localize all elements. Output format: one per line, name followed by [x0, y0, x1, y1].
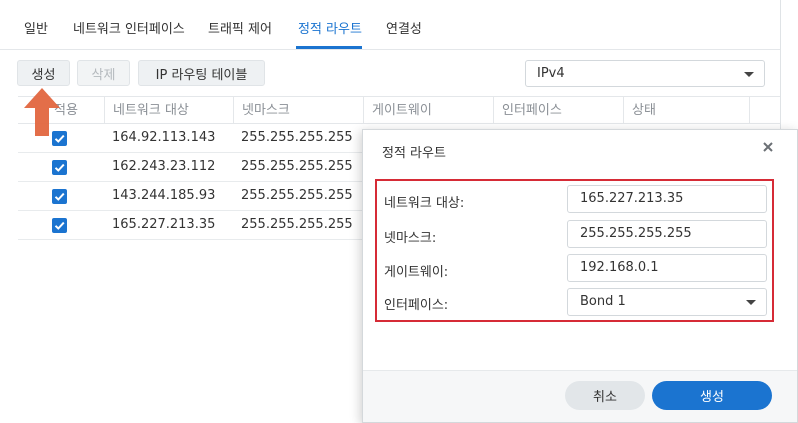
create-button[interactable]: 생성: [17, 60, 70, 86]
check-icon: [54, 221, 65, 230]
close-icon[interactable]: [761, 140, 775, 154]
cancel-button[interactable]: 취소: [565, 381, 645, 410]
gateway-label: 게이트웨이:: [384, 265, 449, 280]
delete-button[interactable]: 삭제: [77, 60, 130, 86]
chevron-down-icon: [746, 300, 756, 305]
tab-static-route[interactable]: 정적 라우트: [298, 18, 362, 37]
tab-traffic-control[interactable]: 트래픽 제어: [208, 18, 272, 37]
ip-version-value: IPv4: [537, 66, 565, 81]
column-header-status[interactable]: 상태: [623, 97, 749, 124]
column-header-netmask[interactable]: 넷마스크: [233, 97, 363, 124]
create-confirm-button[interactable]: 생성: [652, 381, 772, 410]
netmask-cell: 255.255.255.255: [241, 188, 353, 203]
column-header-destination[interactable]: 네트워크 대상: [104, 97, 233, 124]
tab-bar: 일반 네트워크 인터페이스 트래픽 제어 정적 라우트 연결성: [0, 0, 780, 50]
toolbar: 생성 삭제 IP 라우팅 테이블 IPv4: [0, 60, 780, 90]
up-arrow-annotation-icon: [24, 88, 60, 136]
interface-select[interactable]: Bond 1: [567, 288, 767, 316]
column-header-interface[interactable]: 인터페이스: [493, 97, 623, 124]
tab-network-interface[interactable]: 네트워크 인터페이스: [73, 18, 185, 37]
chevron-down-icon: [744, 72, 754, 77]
active-tab-indicator: [296, 46, 362, 49]
column-header-spacer: [749, 97, 780, 124]
window-edge: [780, 0, 781, 130]
destination-cell: 162.243.23.112: [112, 159, 216, 174]
column-header-gateway[interactable]: 게이트웨이: [363, 97, 493, 124]
destination-label: 네트워크 대상:: [384, 196, 465, 211]
destination-cell: 165.227.213.35: [112, 217, 216, 232]
applied-checkbox[interactable]: [52, 189, 67, 204]
table-header: 적용 네트워크 대상 넷마스크 게이트웨이 인터페이스 상태: [18, 96, 780, 124]
applied-checkbox[interactable]: [52, 160, 67, 175]
netmask-field[interactable]: 255.255.255.255: [567, 220, 767, 248]
netmask-label: 넷마스크:: [384, 231, 437, 246]
destination-field[interactable]: 165.227.213.35: [567, 185, 767, 213]
tab-general[interactable]: 일반: [24, 18, 48, 37]
interface-label: 인터페이스:: [384, 298, 449, 313]
interface-value: Bond 1: [580, 294, 626, 309]
static-route-dialog: 정적 라우트 네트워크 대상: 165.227.213.35 넷마스크: 255…: [362, 129, 798, 423]
netmask-cell: 255.255.255.255: [241, 159, 353, 174]
netmask-cell: 255.255.255.255: [241, 217, 353, 232]
ip-version-select[interactable]: IPv4: [525, 60, 765, 87]
gateway-field[interactable]: 192.168.0.1: [567, 254, 767, 282]
dialog-title: 정적 라우트: [382, 146, 446, 161]
dialog-footer: 취소 생성: [363, 370, 797, 422]
destination-cell: 143.244.185.93: [112, 188, 216, 203]
check-icon: [54, 163, 65, 172]
check-icon: [54, 192, 65, 201]
applied-checkbox[interactable]: [52, 218, 67, 233]
netmask-cell: 255.255.255.255: [241, 130, 353, 145]
tab-connectivity[interactable]: 연결성: [386, 18, 422, 37]
ip-routing-table-button[interactable]: IP 라우팅 테이블: [138, 60, 265, 86]
destination-cell: 164.92.113.143: [112, 130, 216, 145]
